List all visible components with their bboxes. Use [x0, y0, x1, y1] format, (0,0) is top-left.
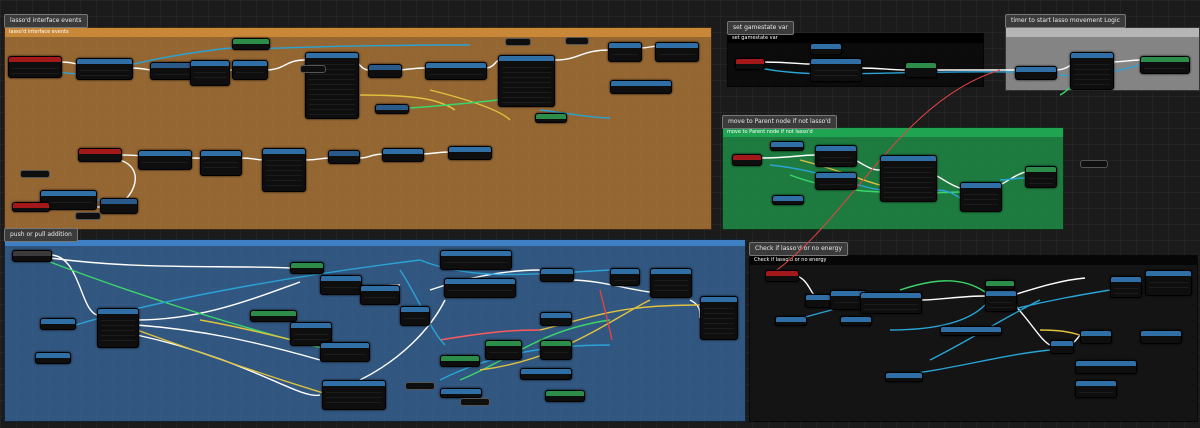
function-node[interactable]	[1080, 330, 1112, 344]
cast-node[interactable]	[76, 58, 133, 80]
function-node[interactable]	[860, 292, 922, 314]
function-node[interactable]	[700, 296, 738, 340]
tab-check-lasso[interactable]: Check if lasso'd or no energy	[749, 242, 849, 256]
function-node[interactable]	[382, 148, 424, 162]
function-node[interactable]	[1140, 330, 1182, 344]
variable-node[interactable]	[985, 280, 1015, 290]
tab-move-parent[interactable]: move to Parent node if not lasso'd	[722, 115, 837, 129]
struct-node[interactable]	[1070, 52, 1114, 90]
function-node[interactable]	[360, 285, 400, 305]
function-node[interactable]	[610, 268, 640, 286]
variable-node[interactable]	[440, 388, 482, 398]
variable-node[interactable]	[375, 104, 409, 114]
set-node[interactable]	[905, 62, 937, 78]
group-timer-header	[1006, 28, 1199, 37]
group-move-parent-header: move to Parent node if not lasso'd	[723, 128, 1063, 137]
function-node[interactable]	[320, 275, 362, 295]
function-node[interactable]	[540, 312, 572, 326]
function-node[interactable]	[540, 340, 572, 360]
event-node[interactable]	[78, 148, 122, 162]
struct-node[interactable]	[97, 308, 139, 348]
function-node[interactable]	[425, 62, 487, 80]
function-node[interactable]	[960, 182, 1002, 212]
function-node[interactable]	[440, 250, 512, 270]
branch-node[interactable]	[498, 55, 555, 107]
event-node[interactable]	[12, 202, 50, 212]
function-node[interactable]	[320, 342, 370, 362]
tab-set-gamestate[interactable]: set gamestate var	[727, 21, 794, 35]
reroute-pill[interactable]	[460, 398, 490, 406]
struct-node[interactable]	[262, 148, 306, 192]
struct-node[interactable]	[305, 52, 359, 119]
event-node[interactable]	[735, 58, 765, 70]
function-node[interactable]	[1050, 340, 1074, 354]
group-lasso-interface-header: lasso'd interface events	[5, 28, 711, 37]
function-node[interactable]	[100, 198, 138, 214]
variable-node[interactable]	[770, 141, 804, 151]
function-node[interactable]	[1145, 270, 1192, 296]
variable-node[interactable]	[440, 355, 480, 367]
variable-node[interactable]	[772, 195, 804, 205]
set-node[interactable]	[1140, 56, 1190, 74]
event-node[interactable]	[8, 56, 62, 78]
function-node[interactable]	[1015, 66, 1057, 80]
function-node[interactable]	[540, 268, 574, 282]
variable-node[interactable]	[520, 368, 572, 380]
reroute-pill[interactable]	[300, 65, 326, 73]
variable-node[interactable]	[775, 316, 807, 326]
event-node[interactable]	[732, 154, 762, 166]
tab-timer[interactable]: timer to start lasso movement Logic	[1005, 14, 1126, 28]
struct-node[interactable]	[322, 380, 386, 410]
variable-node[interactable]	[810, 43, 842, 55]
reroute-pill[interactable]	[1080, 160, 1108, 168]
reroute-pill[interactable]	[75, 212, 101, 220]
variable-node[interactable]	[250, 310, 297, 322]
struct-node[interactable]	[880, 155, 937, 202]
cast-node[interactable]	[810, 58, 862, 82]
set-node[interactable]	[232, 38, 270, 50]
function-node[interactable]	[655, 42, 699, 62]
function-node[interactable]	[138, 150, 192, 170]
reroute-pill[interactable]	[505, 38, 531, 46]
variable-node[interactable]	[840, 316, 872, 326]
variable-node[interactable]	[940, 326, 1002, 336]
function-node[interactable]	[815, 145, 857, 167]
function-node[interactable]	[400, 306, 430, 326]
variable-node[interactable]	[545, 390, 585, 402]
function-node[interactable]	[815, 172, 857, 190]
function-node[interactable]	[190, 60, 230, 86]
function-node[interactable]	[650, 268, 692, 298]
function-node[interactable]	[1075, 360, 1137, 374]
group-push-or-pull-header	[5, 240, 745, 246]
branch-node[interactable]	[1110, 276, 1142, 298]
function-node[interactable]	[608, 42, 642, 62]
branch-node[interactable]	[985, 290, 1017, 312]
group-check-lasso-header: Check if lasso'd or no energy	[750, 256, 1197, 265]
function-node[interactable]	[444, 278, 516, 298]
variable-node[interactable]	[40, 318, 76, 330]
reroute-pill[interactable]	[565, 37, 589, 45]
tab-lasso-interface[interactable]: lasso'd interface events	[4, 14, 88, 28]
reroute-pill[interactable]	[405, 382, 435, 390]
reroute-pill[interactable]	[20, 170, 50, 178]
function-node[interactable]	[328, 150, 360, 164]
function-node[interactable]	[610, 80, 672, 94]
variable-node[interactable]	[535, 113, 567, 123]
event-node[interactable]	[765, 270, 799, 282]
variable-node[interactable]	[35, 352, 71, 364]
group-set-gamestate-header: set gamestate var	[728, 34, 983, 43]
function-node[interactable]	[1075, 380, 1117, 398]
event-node[interactable]	[12, 250, 52, 262]
function-node[interactable]	[290, 262, 324, 274]
variable-node[interactable]	[885, 372, 923, 382]
tab-push-or-pull[interactable]: push or pull addition	[4, 228, 78, 242]
set-node[interactable]	[1025, 166, 1057, 188]
function-node[interactable]	[232, 60, 268, 80]
function-node[interactable]	[485, 340, 522, 360]
function-node[interactable]	[200, 150, 242, 176]
function-node[interactable]	[368, 64, 402, 78]
function-node[interactable]	[805, 294, 831, 308]
function-node[interactable]	[448, 146, 492, 160]
